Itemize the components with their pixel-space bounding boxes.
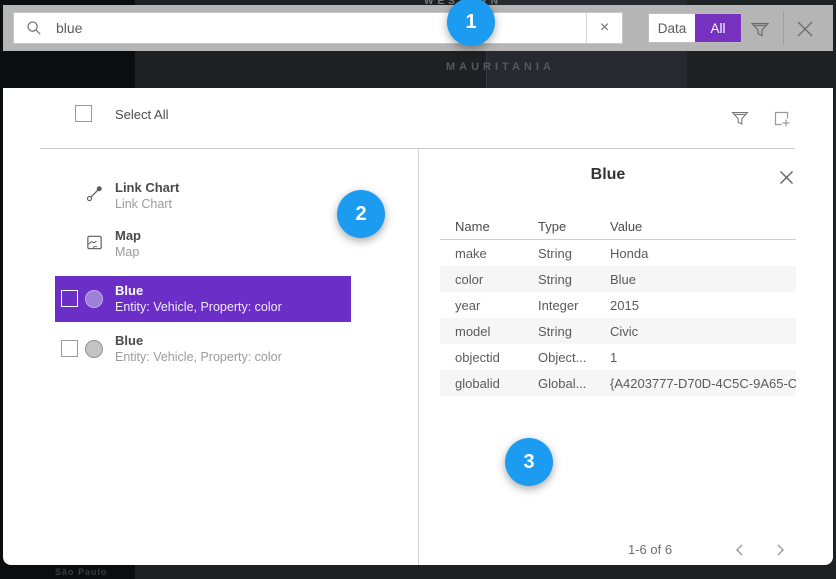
list-item-blue-selected[interactable]: Blue Entity: Vehicle, Property: color bbox=[3, 276, 418, 322]
cell-name: color bbox=[440, 272, 523, 287]
page-next-icon[interactable] bbox=[773, 543, 787, 557]
cell-value: Blue bbox=[595, 272, 796, 287]
col-name: Name bbox=[440, 219, 523, 234]
results-filter-icon[interactable] bbox=[730, 108, 750, 128]
cell-name: year bbox=[440, 298, 523, 313]
cell-type: String bbox=[523, 324, 595, 339]
mode-data-button[interactable]: Data bbox=[649, 14, 695, 42]
mode-all-button[interactable]: All bbox=[695, 14, 741, 42]
col-type: Type bbox=[523, 219, 595, 234]
callout-badge-3: 3 bbox=[505, 438, 553, 486]
cell-name: make bbox=[440, 246, 523, 261]
cell-value: 1 bbox=[595, 350, 796, 365]
cell-name: objectid bbox=[440, 350, 523, 365]
pagination-label: 1-6 of 6 bbox=[628, 542, 672, 557]
page-previous-icon[interactable] bbox=[733, 543, 747, 557]
close-search-icon[interactable] bbox=[795, 19, 815, 39]
search-mode-toggle: Data All bbox=[648, 13, 742, 43]
callout-badge-1: 1 bbox=[447, 0, 495, 46]
result-checkbox[interactable] bbox=[61, 340, 78, 357]
select-all-label: Select All bbox=[115, 107, 168, 122]
result-subtitle: Entity: Vehicle, Property: color bbox=[115, 299, 282, 315]
cell-type: Object... bbox=[523, 350, 595, 365]
search-results-screen: WESTERN MAURITANIA São Paulo blue × Data… bbox=[0, 0, 836, 579]
cell-name: globalid bbox=[440, 376, 523, 391]
result-subtitle: Entity: Vehicle, Property: color bbox=[115, 349, 282, 365]
cell-type: Global... bbox=[523, 376, 595, 391]
search-results-panel: Select All Link Chart Link Char bbox=[3, 88, 833, 565]
table-row: objectid Object... 1 bbox=[440, 344, 796, 370]
cell-type: String bbox=[523, 246, 595, 261]
result-subtitle: Link Chart bbox=[115, 196, 179, 212]
add-to-selection-icon[interactable] bbox=[771, 108, 792, 129]
callout-badge-2: 2 bbox=[337, 190, 385, 238]
clear-search-button[interactable]: × bbox=[586, 13, 622, 43]
result-subtitle: Map bbox=[115, 244, 141, 260]
detail-close-icon[interactable] bbox=[779, 170, 794, 185]
cell-value: Civic bbox=[595, 324, 796, 339]
attribute-table-header: Name Type Value bbox=[440, 214, 796, 240]
result-title: Link Chart bbox=[115, 180, 179, 196]
table-row: make String Honda bbox=[440, 240, 796, 266]
result-checkbox[interactable] bbox=[61, 290, 78, 307]
attribute-table: Name Type Value make String Honda color … bbox=[440, 214, 796, 396]
pagination: 1-6 of 6 bbox=[418, 538, 798, 564]
list-detail-divider bbox=[418, 149, 419, 565]
list-item-blue[interactable]: Blue Entity: Vehicle, Property: color bbox=[3, 326, 418, 372]
table-row: color String Blue bbox=[440, 266, 796, 292]
table-row: globalid Global... {A4203777-D70D-4C5C-9… bbox=[440, 370, 796, 396]
toolbar-divider bbox=[783, 11, 784, 45]
cell-type: Integer bbox=[523, 298, 595, 313]
cell-value: Honda bbox=[595, 246, 796, 261]
search-toolbar: blue × Data All bbox=[3, 5, 833, 51]
search-icon bbox=[26, 20, 42, 36]
cell-value: {A4203777-D70D-4C5C-9A65-C... bbox=[595, 376, 796, 391]
map-label-sao-paulo: São Paulo bbox=[55, 567, 108, 577]
search-query-text[interactable]: blue bbox=[56, 20, 586, 36]
map-icon bbox=[85, 233, 104, 252]
entity-circle-icon bbox=[85, 340, 103, 358]
cell-type: String bbox=[523, 272, 595, 287]
result-title: Blue bbox=[115, 283, 282, 299]
table-row: model String Civic bbox=[440, 318, 796, 344]
cell-value: 2015 bbox=[595, 298, 796, 313]
link-chart-icon bbox=[85, 184, 104, 203]
select-all-checkbox[interactable] bbox=[75, 105, 92, 122]
search-input[interactable]: blue × bbox=[13, 12, 623, 44]
result-title: Map bbox=[115, 228, 141, 244]
toolbar-filter-icon[interactable] bbox=[749, 18, 771, 40]
detail-title: Blue bbox=[418, 166, 798, 184]
map-label-mauritania: MAURITANIA bbox=[446, 61, 555, 73]
col-value: Value bbox=[595, 219, 796, 234]
table-row: year Integer 2015 bbox=[440, 292, 796, 318]
entity-circle-icon bbox=[85, 290, 103, 308]
results-header: Select All bbox=[3, 88, 833, 148]
result-title: Blue bbox=[115, 333, 282, 349]
cell-name: model bbox=[440, 324, 523, 339]
